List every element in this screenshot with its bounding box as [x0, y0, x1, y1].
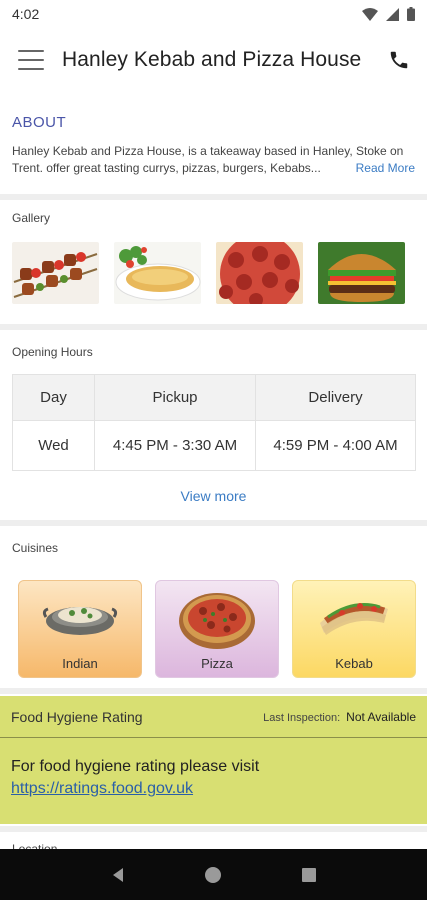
cuisine-label-indian: Indian	[62, 656, 98, 671]
status-time: 4:02	[12, 6, 40, 22]
divider	[0, 194, 427, 200]
cell-delivery: 4:59 PM - 4:00 AM	[255, 420, 416, 471]
gallery-image-burger[interactable]	[318, 242, 405, 304]
about-description: Hanley Kebab and Pizza House, is a takea…	[12, 144, 404, 175]
divider	[0, 520, 427, 526]
food-hygiene-section: Food Hygiene Rating Last Inspection: Not …	[0, 696, 427, 824]
cell-day: Wed	[12, 420, 95, 471]
pizza-icon	[179, 593, 255, 649]
last-inspection: Last Inspection: Not Available	[263, 710, 416, 724]
phone-call-button[interactable]	[383, 44, 415, 76]
gallery-label: Gallery	[12, 211, 51, 225]
menu-icon[interactable]	[18, 50, 44, 70]
cuisine-card-kebab[interactable]: Kebab	[292, 580, 416, 678]
gallery	[12, 242, 405, 304]
phone-icon	[390, 51, 408, 69]
food-hygiene-message: For food hygiene rating please visit	[11, 758, 260, 775]
column-header-pickup: Pickup	[94, 374, 256, 421]
column-header-day: Day	[12, 374, 95, 421]
kebab-wrap-icon	[320, 603, 388, 635]
column-header-delivery: Delivery	[255, 374, 416, 421]
home-icon[interactable]	[204, 866, 222, 884]
back-icon[interactable]	[109, 866, 127, 884]
indian-dish-icon	[42, 607, 118, 635]
app-bar: Hanley Kebab and Pizza House	[0, 28, 427, 92]
about-section: ABOUT Hanley Kebab and Pizza House, is a…	[0, 108, 427, 192]
about-heading: ABOUT	[12, 114, 67, 131]
cuisine-label-pizza: Pizza	[201, 656, 233, 671]
food-hygiene-link[interactable]: https://ratings.food.gov.uk	[11, 778, 416, 800]
food-hygiene-header: Food Hygiene Rating Last Inspection: Not …	[0, 696, 427, 738]
divider	[0, 688, 427, 694]
cuisines-list: Indian Pizza Kebab	[18, 580, 416, 678]
signal-icon	[386, 7, 399, 21]
opening-hours-table: Day Pickup Delivery Wed 4:45 PM - 3:30 A…	[12, 374, 416, 471]
cuisine-card-pizza[interactable]: Pizza	[155, 580, 279, 678]
battery-icon	[407, 7, 415, 21]
cuisines-label: Cuisines	[12, 541, 59, 555]
last-inspection-value: Not Available	[346, 709, 416, 724]
read-more-link[interactable]: Read More	[353, 160, 415, 177]
gallery-image-pizza[interactable]	[216, 242, 303, 304]
status-bar: 4:02	[0, 0, 427, 28]
last-inspection-label: Last Inspection:	[263, 711, 341, 724]
page-title: Hanley Kebab and Pizza House	[62, 48, 362, 71]
food-hygiene-title: Food Hygiene Rating	[11, 708, 143, 725]
divider	[0, 324, 427, 330]
cell-pickup: 4:45 PM - 3:30 AM	[94, 420, 256, 471]
opening-hours-label: Opening Hours	[12, 345, 93, 359]
divider	[0, 826, 427, 832]
status-icons	[362, 7, 415, 21]
wifi-icon	[362, 7, 378, 21]
cuisine-card-indian[interactable]: Indian	[18, 580, 142, 678]
system-nav-bar	[0, 849, 427, 900]
table-row: Wed 4:45 PM - 3:30 AM 4:59 PM - 4:00 AM	[12, 420, 416, 471]
gallery-image-omelette[interactable]	[114, 242, 201, 304]
recents-icon[interactable]	[300, 866, 318, 884]
cuisine-label-kebab: Kebab	[335, 656, 373, 671]
table-header-row: Day Pickup Delivery	[12, 374, 416, 421]
view-more-link[interactable]: View more	[0, 488, 427, 504]
about-text: Hanley Kebab and Pizza House, is a takea…	[12, 143, 415, 177]
gallery-image-kebab[interactable]	[12, 242, 99, 304]
food-hygiene-body: For food hygiene rating please visit htt…	[0, 738, 427, 800]
